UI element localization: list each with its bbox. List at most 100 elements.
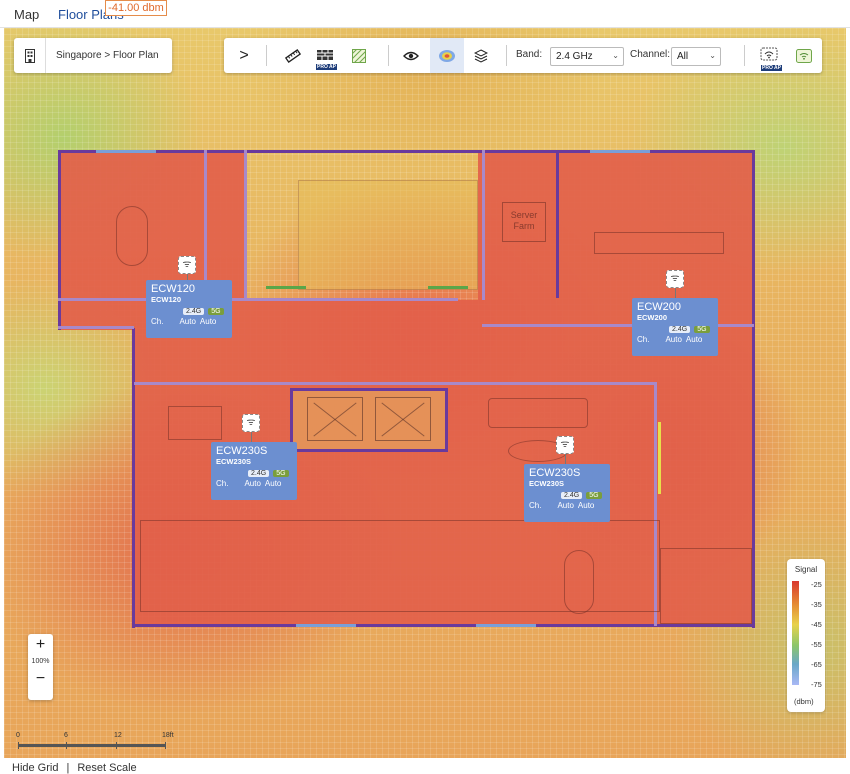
legend-tick: -45 — [811, 620, 822, 629]
window-b — [590, 150, 650, 153]
window-d — [476, 624, 536, 627]
ap-ch-5: Auto — [264, 479, 282, 488]
floor-plan-canvas[interactable]: Server Farm ᯤ ECW120 ECW120 2.4G 5G Ch. … — [4, 28, 846, 758]
ruler-icon[interactable] — [278, 38, 308, 73]
ap-ch-label: Ch. — [637, 335, 650, 344]
location-box: Singapore > Floor Plan — [14, 38, 172, 73]
wall-left-lower — [132, 328, 135, 628]
ap-wifi-icon[interactable]: ᯤ — [178, 256, 196, 274]
tab-map[interactable]: Map — [14, 7, 39, 22]
legend-tick: -55 — [811, 640, 822, 649]
ap-connector — [565, 454, 566, 464]
pro-ap-badge: PRO AP — [316, 64, 337, 70]
wall-bottom — [132, 624, 754, 627]
toolbar-separator — [388, 45, 389, 66]
channel-label: Channel: — [630, 49, 671, 60]
legend-tick: -65 — [811, 660, 822, 669]
scale-bar: 0 6 12 18ft — [14, 732, 184, 752]
floor-plan-building: Server Farm — [56, 150, 756, 628]
ap-card[interactable]: ECW200 ECW200 2.4G 5G Ch. Auto Auto — [632, 298, 718, 356]
ap-band-24: 2.4G — [183, 308, 205, 315]
ap-channel-row: Ch. Auto Auto — [151, 317, 227, 326]
scale-tick — [116, 742, 117, 749]
ap-ch-5: Auto — [685, 335, 703, 344]
channel-select-value: All — [677, 51, 689, 62]
ap-channel-row: Ch. Auto Auto — [637, 335, 713, 344]
window-a — [96, 150, 156, 153]
heatmap-icon[interactable] — [430, 38, 464, 73]
hatch-icon[interactable] — [344, 38, 374, 73]
eye-icon[interactable] — [394, 38, 428, 73]
ap-pro-icon[interactable]: PRO AP — [754, 38, 784, 73]
wall-corridor — [58, 326, 134, 329]
ap-ch-label: Ch. — [151, 317, 164, 326]
ap-name: ECW200 — [637, 301, 682, 313]
ap-channel-row: Ch. Auto Auto — [529, 501, 605, 510]
wall-inner-d — [556, 150, 559, 298]
elevator-car-b — [375, 397, 431, 441]
wall-inner-b — [244, 150, 247, 300]
band-select-value: 2.4 GHz — [556, 51, 593, 62]
sofa — [488, 398, 588, 428]
meeting-table-left — [116, 206, 148, 266]
ap-model: ECW230S — [529, 479, 565, 488]
pro-ap-badge: PRO AP — [761, 65, 782, 71]
zoom-out-button[interactable]: − — [28, 668, 53, 690]
footer-separator: | — [66, 762, 70, 774]
ap-band-row: 2.4G 5G — [151, 308, 227, 315]
ap-ch-5: Auto — [577, 501, 595, 510]
footer-links: Hide Grid | Reset Scale — [12, 762, 137, 774]
door-green-b — [428, 286, 468, 289]
wall-office-top — [134, 382, 654, 385]
wall-inner-a — [204, 150, 207, 300]
reset-scale-link[interactable]: Reset Scale — [77, 762, 136, 774]
layers-icon[interactable] — [466, 38, 496, 73]
band-select[interactable]: 2.4 GHz ⌄ — [550, 47, 624, 66]
expand-toolbar-button[interactable]: > — [228, 38, 260, 73]
ap-wifi-icon[interactable]: ᯤ — [242, 414, 260, 432]
channel-select[interactable]: All ⌄ — [671, 47, 721, 66]
scale-line — [18, 744, 166, 747]
ap-band-row: 2.4G 5G — [529, 492, 605, 499]
ap-ch-5: Auto — [199, 317, 217, 326]
window-c — [296, 624, 356, 627]
scale-tick — [18, 742, 19, 749]
breadcrumb[interactable]: Singapore > Floor Plan — [46, 50, 159, 61]
scale-label-6: 6 — [64, 732, 68, 739]
scale-tick — [165, 742, 166, 749]
legend-tick: -35 — [811, 600, 822, 609]
ap-card[interactable]: ECW230S ECW230S 2.4G 5G Ch. Auto Auto — [211, 442, 297, 500]
ap-band-5: 5G — [586, 492, 602, 499]
desk-small — [168, 406, 222, 440]
elevator-car-a — [307, 397, 363, 441]
toolbar-separator — [744, 45, 745, 66]
scale-label-0: 0 — [16, 732, 20, 739]
ap-wifi-icon[interactable]: ᯤ — [666, 270, 684, 288]
legend-unit: (dbm) — [794, 697, 814, 706]
scale-label-12: 12 — [114, 732, 122, 739]
ap-card[interactable]: ECW230S ECW230S 2.4G 5G Ch. Auto Auto — [524, 464, 610, 522]
hide-grid-link[interactable]: Hide Grid — [12, 762, 58, 774]
legend-title: Signal — [794, 565, 818, 574]
ap-model: ECW230S — [216, 457, 252, 466]
ap-ch-24: Auto — [244, 479, 261, 488]
legend-tick: -75 — [811, 680, 822, 689]
wall-inner-c — [482, 150, 485, 300]
ap-card[interactable]: ECW120 ECW120 2.4G 5G Ch. Auto Auto — [146, 280, 232, 338]
door-green-a — [266, 286, 306, 289]
wall-icon[interactable]: PRO AP — [310, 38, 340, 73]
wifi-icon[interactable] — [790, 38, 818, 73]
ap-band-row: 2.4G 5G — [216, 470, 292, 477]
chevron-down-icon: ⌄ — [612, 51, 619, 60]
zoom-control: + 100% − — [28, 634, 53, 700]
toolbar-separator — [266, 45, 267, 66]
door-yellow — [658, 422, 661, 494]
scale-tick — [66, 742, 67, 749]
building-icon[interactable] — [14, 38, 46, 73]
ap-wifi-icon[interactable]: ᯤ — [556, 436, 574, 454]
ap-ch-24: Auto — [179, 317, 196, 326]
zoom-in-button[interactable]: + — [28, 634, 53, 656]
ap-band-24: 2.4G — [669, 326, 691, 333]
ap-model: ECW120 — [151, 295, 182, 304]
ap-name: ECW120 — [151, 283, 196, 295]
